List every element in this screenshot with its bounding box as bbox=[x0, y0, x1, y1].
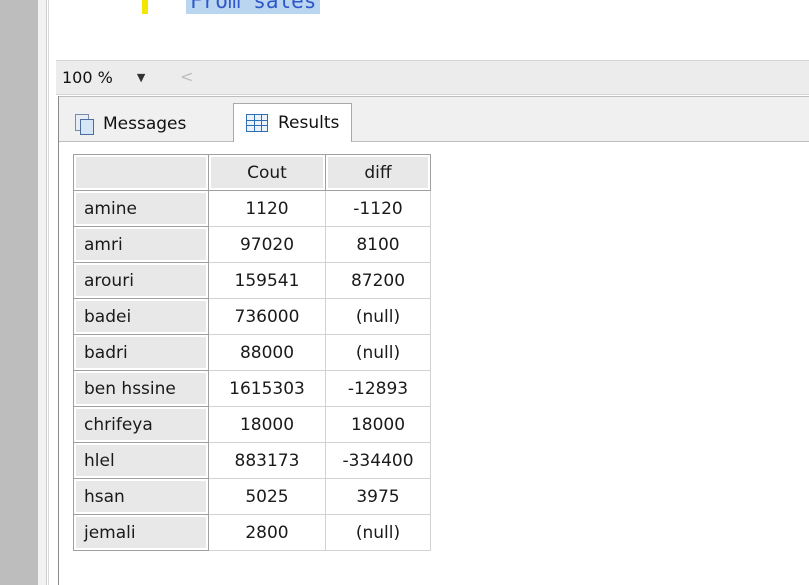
cout-cell[interactable]: 1120 bbox=[208, 190, 326, 227]
chevron-left-icon[interactable]: < bbox=[180, 67, 193, 86]
table-row: amine 1120 -1120 bbox=[73, 190, 431, 227]
cout-cell[interactable]: 883173 bbox=[208, 442, 326, 479]
diff-cell[interactable]: (null) bbox=[325, 514, 431, 551]
row-name-cell[interactable]: hlel bbox=[73, 442, 209, 479]
messages-icon bbox=[75, 114, 94, 135]
diff-cell[interactable]: 3975 bbox=[325, 478, 431, 515]
cout-cell[interactable]: 1615303 bbox=[208, 370, 326, 407]
zoom-bar: 100 % ▼ < bbox=[56, 60, 809, 95]
column-header-diff[interactable]: diff bbox=[325, 154, 431, 191]
cout-cell[interactable]: 97020 bbox=[208, 226, 326, 263]
table-row: ben hssine 1615303 -12893 bbox=[73, 370, 431, 407]
left-gutter bbox=[0, 0, 38, 585]
query-editor[interactable]: From sales bbox=[50, 0, 809, 60]
diff-cell[interactable]: 87200 bbox=[325, 262, 431, 299]
line-number-margin bbox=[38, 0, 47, 585]
grid-corner-cell[interactable] bbox=[73, 154, 209, 191]
row-name-cell[interactable]: badri bbox=[73, 334, 209, 371]
zoom-select[interactable]: 100 % ▼ bbox=[62, 65, 145, 89]
row-name-cell[interactable]: amri bbox=[73, 226, 209, 263]
results-pane: Messages Results Cout diff amine 1120 -1… bbox=[58, 96, 809, 585]
table-row: hsan 5025 3975 bbox=[73, 478, 431, 515]
change-marker bbox=[142, 0, 148, 14]
cout-cell[interactable]: 18000 bbox=[208, 406, 326, 443]
row-name-cell[interactable]: jemali bbox=[73, 514, 209, 551]
code-line-selected[interactable]: From sales bbox=[186, 0, 321, 14]
tab-messages[interactable]: Messages bbox=[75, 107, 186, 141]
table-row: amri 97020 8100 bbox=[73, 226, 431, 263]
cout-cell[interactable]: 5025 bbox=[208, 478, 326, 515]
column-header-cout[interactable]: Cout bbox=[208, 154, 326, 191]
diff-cell[interactable]: (null) bbox=[325, 334, 431, 371]
results-grid-viewport[interactable]: Cout diff amine 1120 -1120 amri 97020 81… bbox=[73, 154, 473, 585]
table-row: badri 88000 (null) bbox=[73, 334, 431, 371]
tab-results[interactable]: Results bbox=[233, 103, 353, 142]
zoom-value: 100 % bbox=[62, 67, 113, 87]
cout-cell[interactable]: 88000 bbox=[208, 334, 326, 371]
table-row: badei 736000 (null) bbox=[73, 298, 431, 335]
table-row: arouri 159541 87200 bbox=[73, 262, 431, 299]
margin-divider bbox=[48, 0, 49, 585]
tab-results-label: Results bbox=[278, 113, 340, 133]
diff-cell[interactable]: -334400 bbox=[325, 442, 431, 479]
row-name-cell[interactable]: chrifeya bbox=[73, 406, 209, 443]
table-row: chrifeya 18000 18000 bbox=[73, 406, 431, 443]
grid-icon bbox=[246, 114, 268, 132]
row-name-cell[interactable]: ben hssine bbox=[73, 370, 209, 407]
row-name-cell[interactable]: arouri bbox=[73, 262, 209, 299]
diff-cell[interactable]: -1120 bbox=[325, 190, 431, 227]
cout-cell[interactable]: 2800 bbox=[208, 514, 326, 551]
diff-cell[interactable]: 8100 bbox=[325, 226, 431, 263]
tab-messages-label: Messages bbox=[103, 114, 187, 134]
diff-cell[interactable]: -12893 bbox=[325, 370, 431, 407]
diff-cell[interactable]: (null) bbox=[325, 298, 431, 335]
row-name-cell[interactable]: badei bbox=[73, 298, 209, 335]
grid-header-row: Cout diff bbox=[73, 154, 431, 191]
row-name-cell[interactable]: amine bbox=[73, 190, 209, 227]
cout-cell[interactable]: 736000 bbox=[208, 298, 326, 335]
table-row: hlel 883173 -334400 bbox=[73, 442, 431, 479]
results-tabbar: Messages Results bbox=[59, 96, 809, 142]
chevron-down-icon[interactable]: ▼ bbox=[137, 71, 145, 84]
diff-cell[interactable]: 18000 bbox=[325, 406, 431, 443]
results-grid: Cout diff amine 1120 -1120 amri 97020 81… bbox=[73, 154, 431, 551]
row-name-cell[interactable]: hsan bbox=[73, 478, 209, 515]
table-row: jemali 2800 (null) bbox=[73, 514, 431, 551]
cout-cell[interactable]: 159541 bbox=[208, 262, 326, 299]
